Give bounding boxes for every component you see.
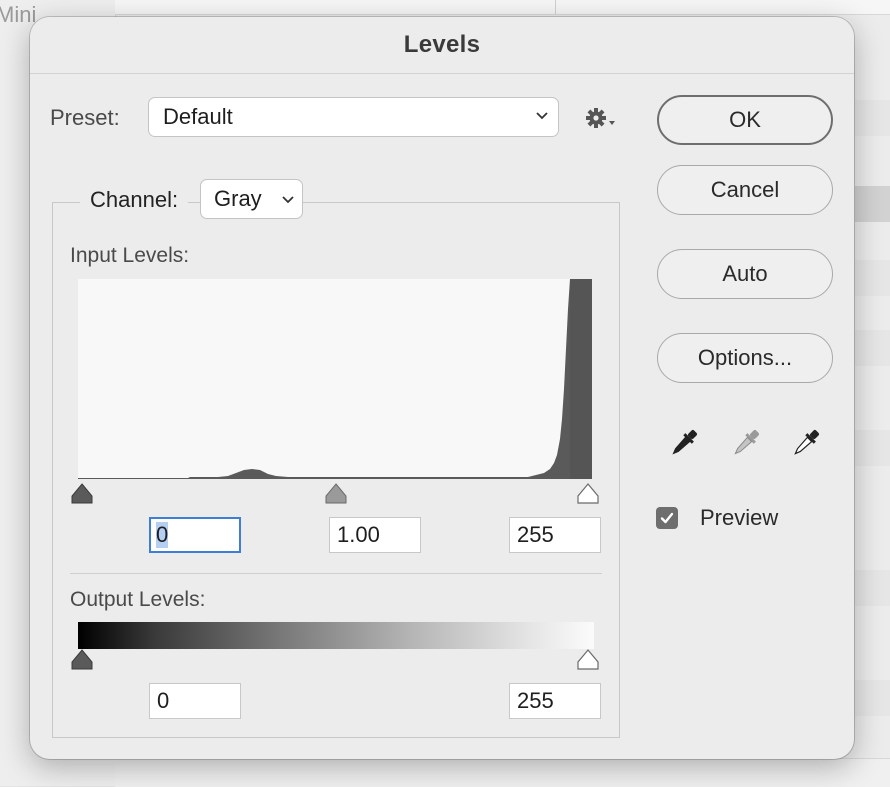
output-gradient-bar (78, 622, 594, 649)
levels-divider (70, 573, 602, 574)
cancel-button[interactable]: Cancel (657, 165, 833, 215)
input-black-field[interactable]: 0 (149, 517, 241, 553)
chevron-down-icon (282, 196, 294, 204)
background-header (115, 0, 890, 15)
output-white-slider[interactable] (576, 649, 600, 671)
preset-select[interactable]: Default (148, 97, 559, 137)
output-black-value: 0 (157, 688, 170, 713)
background-stripe (855, 330, 890, 366)
chevron-down-icon (536, 112, 548, 120)
input-black-value: 0 (156, 522, 169, 548)
histogram (78, 279, 592, 479)
output-white-field[interactable]: 255 (509, 683, 601, 719)
channel-label: Channel: (80, 187, 189, 213)
output-black-field[interactable]: 0 (149, 683, 241, 719)
input-levels-label: Input Levels: (70, 244, 190, 267)
input-gamma-slider[interactable] (324, 483, 348, 505)
input-gamma-value: 1.00 (337, 522, 380, 547)
input-white-value: 255 (517, 522, 554, 547)
dialog-titlebar: Levels (30, 17, 854, 74)
background-footer (115, 758, 890, 787)
background-stripe (855, 570, 890, 606)
output-levels-label: Output Levels: (70, 588, 206, 611)
gear-icon[interactable] (585, 107, 619, 129)
input-white-field[interactable]: 255 (509, 517, 601, 553)
background-stripe (855, 186, 890, 222)
input-gamma-field[interactable]: 1.00 (329, 517, 421, 553)
output-white-value: 255 (517, 688, 554, 713)
preview-label: Preview (700, 505, 779, 530)
channel-value: Gray (214, 186, 262, 211)
ok-button[interactable]: OK (657, 95, 833, 145)
preset-value: Default (163, 104, 233, 129)
black-point-eyedropper-icon[interactable] (666, 425, 702, 461)
background-stripe (855, 680, 890, 716)
preset-label: Preset: (50, 105, 120, 130)
dialog-title: Levels (403, 31, 481, 58)
gray-point-eyedropper-icon[interactable] (728, 425, 764, 461)
input-black-slider[interactable] (70, 483, 94, 505)
white-point-eyedropper-icon[interactable] (788, 425, 824, 461)
input-white-slider[interactable] (576, 483, 600, 505)
preview-checkbox-row[interactable]: Preview (656, 505, 778, 531)
preview-checkbox[interactable] (656, 507, 678, 529)
background-stripe (855, 260, 890, 296)
background-stripe (855, 100, 890, 136)
options-button[interactable]: Options... (657, 333, 833, 383)
output-black-slider[interactable] (70, 649, 94, 671)
checkmark-icon (660, 512, 674, 524)
levels-dialog: Levels Preset: Default Channel: Gray Inp… (30, 17, 854, 759)
background-divider (555, 0, 556, 14)
channel-select[interactable]: Gray (200, 179, 303, 219)
background-partial-text: Mini (0, 2, 37, 27)
background-stripe (855, 430, 890, 466)
auto-button[interactable]: Auto (657, 249, 833, 299)
